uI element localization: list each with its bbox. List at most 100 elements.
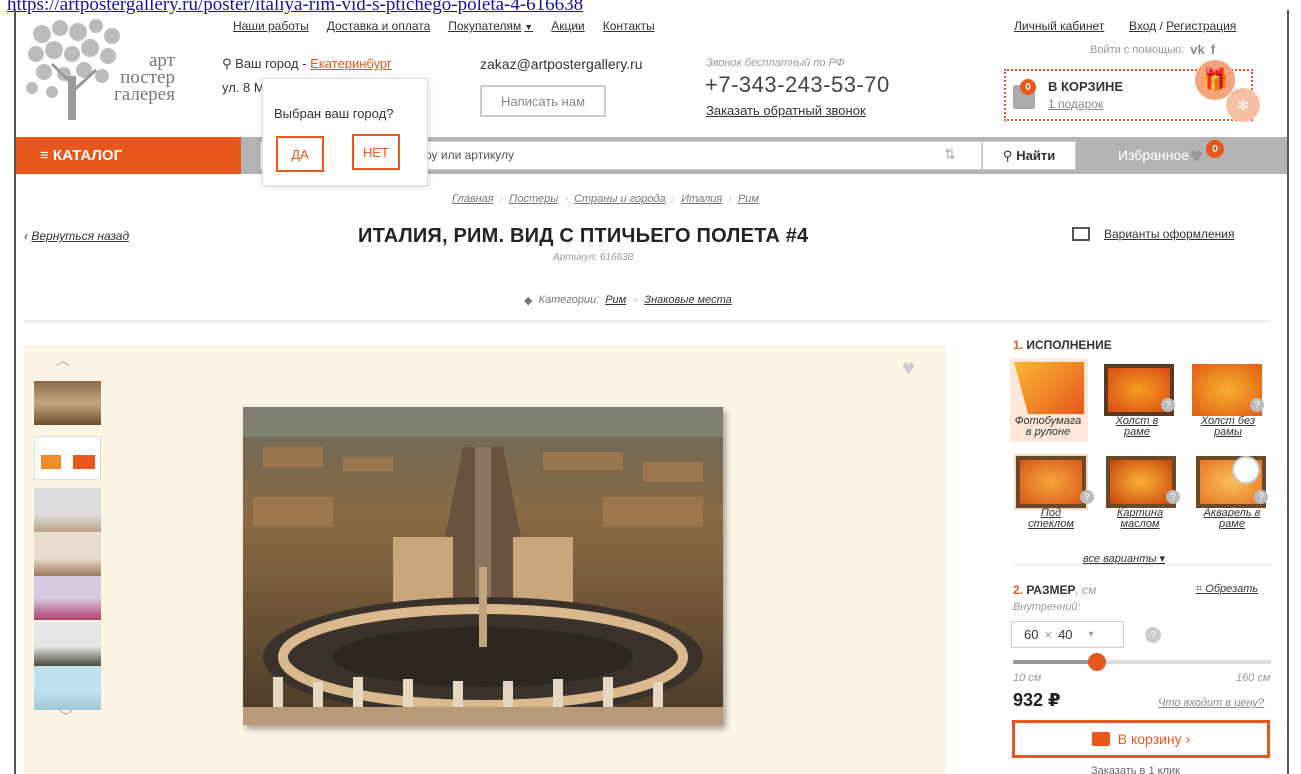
categories-label: Категории: (538, 294, 600, 306)
whats-in-price-link[interactable]: Что входит в цену? (1158, 697, 1264, 709)
help-icon[interactable]: ? (1080, 490, 1094, 504)
city-confirm-question: Выбран ваш город? (274, 106, 394, 121)
breadcrumb-item[interactable]: Италия (681, 193, 722, 205)
thumbnail[interactable] (34, 436, 101, 480)
vk-icon[interactable]: vk (1190, 42, 1204, 57)
filter-icon[interactable]: ⇅ (944, 146, 956, 163)
breadcrumb-item[interactable]: Главная (452, 193, 494, 205)
register-link[interactable]: Регистрация (1166, 19, 1236, 33)
execution-heading-text: ИСПОЛНЕНИЕ (1026, 338, 1112, 352)
thumbnail[interactable] (34, 532, 101, 576)
cart-gift-link[interactable]: 1 подарок (1048, 97, 1103, 111)
back-link[interactable]: ‹ Вернуться назад (24, 229, 129, 243)
divider (24, 320, 1270, 323)
option-label-line2: раме (1219, 518, 1245, 530)
chevron-down-icon: ▼ (524, 22, 534, 32)
option-label-line2: рамы (1214, 426, 1242, 438)
phone-number[interactable]: +7-343-243-53-70 (705, 72, 890, 98)
social-login: Войти с помощью: vk f (1090, 42, 1215, 57)
heart-icon[interactable]: ♥ (902, 355, 915, 381)
size-heading: 2. РАЗМЕР, см (1013, 583, 1096, 597)
heart-icon[interactable]: ♥ (1190, 145, 1203, 167)
nav-delivery[interactable]: Доставка и оплата (327, 19, 431, 33)
page-frame-left (14, 10, 16, 774)
nav-promos[interactable]: Акции (551, 19, 585, 33)
city-no-button[interactable]: НЕТ (352, 134, 400, 170)
chevron-up-icon[interactable]: ︿ (56, 350, 70, 370)
category-link[interactable]: Рим (605, 294, 626, 307)
option-label[interactable]: Холст без рамы (1192, 416, 1264, 438)
under-glass-thumb[interactable] (1014, 454, 1088, 510)
login-with-label: Войти с помощью: (1090, 43, 1185, 56)
page-frame-right (1287, 10, 1289, 774)
option-label-line2: в рулоне (1025, 426, 1071, 438)
size-width: 60 (1024, 627, 1039, 642)
breadcrumb-item[interactable]: Рим (738, 193, 759, 205)
search-button[interactable]: ⚲ Найти (982, 141, 1076, 170)
login-link[interactable]: Вход (1129, 19, 1156, 33)
breadcrumb-item[interactable]: Постеры (509, 193, 558, 205)
size-heading-num: 2. (1013, 583, 1024, 597)
thumbnail[interactable] (34, 576, 101, 620)
write-us-button[interactable]: Написать нам (480, 85, 606, 117)
city-yes-button[interactable]: ДА (276, 136, 324, 172)
execution-heading-num: 1. (1013, 338, 1024, 352)
login-separator: / (1156, 19, 1167, 33)
thumbnail[interactable] (34, 488, 101, 532)
one-click-order-link[interactable]: Заказать в 1 клик (1091, 765, 1180, 774)
help-icon[interactable]: ? (1161, 398, 1175, 412)
option-label[interactable]: Акварель в раме (1196, 508, 1268, 530)
help-icon[interactable]: ? (1166, 490, 1180, 504)
crop-link[interactable]: ⌗ Обрезать (1196, 583, 1258, 596)
city-link[interactable]: Екатеринбург (310, 56, 392, 71)
facebook-icon[interactable]: f (1211, 42, 1215, 57)
design-variants-link[interactable]: Варианты оформления (1072, 227, 1234, 241)
callback-link[interactable]: Заказать обратный звонок (706, 103, 866, 118)
thumbnail[interactable] (34, 622, 101, 666)
option-label[interactable]: Холст в раме (1101, 416, 1173, 438)
nav-contacts[interactable]: Контакты (603, 19, 655, 33)
add-to-cart-button[interactable]: В корзину › (1012, 720, 1270, 758)
cart-bag-icon (1091, 732, 1110, 746)
slider-max-label: 160 см (1236, 672, 1271, 684)
tag-icon: ◆ (524, 295, 533, 307)
help-icon[interactable]: ? (1250, 398, 1264, 412)
catalog-button[interactable]: ≡ КАТАЛОГ (16, 137, 241, 174)
size-slider-handle[interactable] (1088, 653, 1106, 671)
nav-our-works[interactable]: Наши работы (233, 19, 309, 33)
thumbnail[interactable] (34, 381, 101, 425)
product-photo[interactable] (243, 407, 723, 725)
inner-size-label: Внутренний: (1013, 601, 1081, 613)
favorites-link[interactable]: Избранное (1118, 147, 1189, 163)
option-label[interactable]: Картина маслом (1104, 508, 1176, 530)
option-label[interactable]: Под стеклом (1015, 508, 1087, 530)
personal-cabinet-link[interactable]: Личный кабинет (1014, 19, 1104, 33)
thumbnail[interactable] (34, 666, 101, 710)
help-icon[interactable]: ? (1145, 627, 1161, 643)
breadcrumb-item[interactable]: Страны и города (574, 193, 665, 205)
city-prefix: Ваш город - (235, 56, 311, 71)
crop-link-label: Обрезать (1205, 583, 1259, 595)
oil-painting-thumb[interactable] (1106, 456, 1176, 508)
back-link-label: Вернуться назад (31, 229, 130, 243)
add-to-cart-label: В корзину › (1117, 731, 1191, 747)
free-call-note: Звонок бесплатный по РФ (706, 57, 845, 69)
nav-customers[interactable]: Покупателям ▼ (448, 19, 533, 33)
execution-heading: 1. ИСПОЛНЕНИЕ (1013, 338, 1112, 352)
email-address[interactable]: zakaz@artpostergallery.ru (480, 56, 643, 72)
category-link[interactable]: Знаковые места (644, 294, 731, 307)
gift-sparkle-icon: ✻ (1226, 88, 1260, 122)
brush-icon (1232, 456, 1260, 484)
browser-url[interactable]: https://artpostergallery.ru/poster/itali… (7, 0, 907, 14)
size-heading-text: РАЗМЕР (1026, 583, 1076, 597)
site-logo[interactable]: арт постер галерея (22, 14, 175, 132)
size-times: × (1044, 627, 1053, 642)
size-select[interactable]: 60 × 40 ▾ (1011, 621, 1124, 648)
chevron-down-icon[interactable]: ﹀ (59, 707, 73, 727)
help-icon[interactable]: ? (1254, 490, 1268, 504)
page-title: ИТАЛИЯ, РИМ. ВИД С ПТИЧЬЕГО ПОЛЕТА #4 (358, 225, 809, 247)
breadcrumb: Главная › Постеры › Страны и города › Итали… (452, 193, 759, 205)
cart-count-badge: 0 (1020, 79, 1036, 95)
size-unit: , см (1075, 583, 1097, 597)
location-pin-icon: ⚲ (222, 56, 232, 71)
